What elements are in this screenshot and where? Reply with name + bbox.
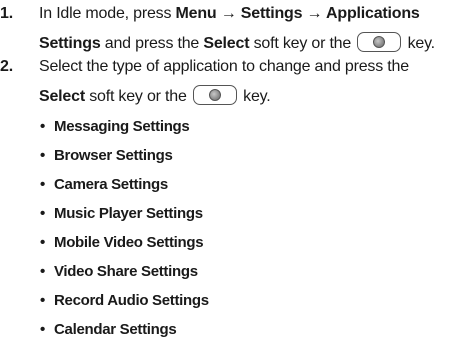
step-1-text: In Idle mode, press Menu → Settings → Ap… bbox=[39, 0, 435, 59]
step-2-text: Select the type of application to change… bbox=[39, 52, 409, 112]
list-item: • Record Audio Settings bbox=[40, 292, 209, 309]
list-item: • Browser Settings bbox=[40, 147, 173, 164]
list-item: • Camera Settings bbox=[40, 176, 168, 193]
application-list: • Messaging Settings • Browser Settings • C… bbox=[40, 112, 209, 344]
step-2-line-1: Select the type of application to change… bbox=[39, 58, 409, 75]
select-label: Select bbox=[39, 88, 85, 105]
list-item: • Music Player Settings bbox=[40, 205, 203, 222]
instruction-page: 1. In Idle mode, press Menu → Settings →… bbox=[0, 0, 457, 363]
select-label: Select bbox=[203, 35, 250, 52]
list-item: • Video Share Settings bbox=[40, 263, 198, 280]
list-item: • Calendar Settings bbox=[40, 321, 177, 338]
menu-path: Menu → Settings → Applications bbox=[175, 5, 420, 22]
step-2-number: 2. bbox=[0, 58, 13, 75]
step-1-number: 1. bbox=[0, 5, 13, 22]
list-item: • Messaging Settings bbox=[40, 118, 190, 135]
step-1-line-1: In Idle mode, press Menu → Settings → Ap… bbox=[39, 5, 420, 22]
center-select-key-icon bbox=[357, 31, 402, 52]
settings-label: Settings bbox=[39, 35, 101, 52]
step-2-line-2: Select soft key or the key. bbox=[39, 82, 409, 112]
list-item: • Mobile Video Settings bbox=[40, 234, 204, 251]
center-select-key-icon bbox=[192, 84, 237, 105]
